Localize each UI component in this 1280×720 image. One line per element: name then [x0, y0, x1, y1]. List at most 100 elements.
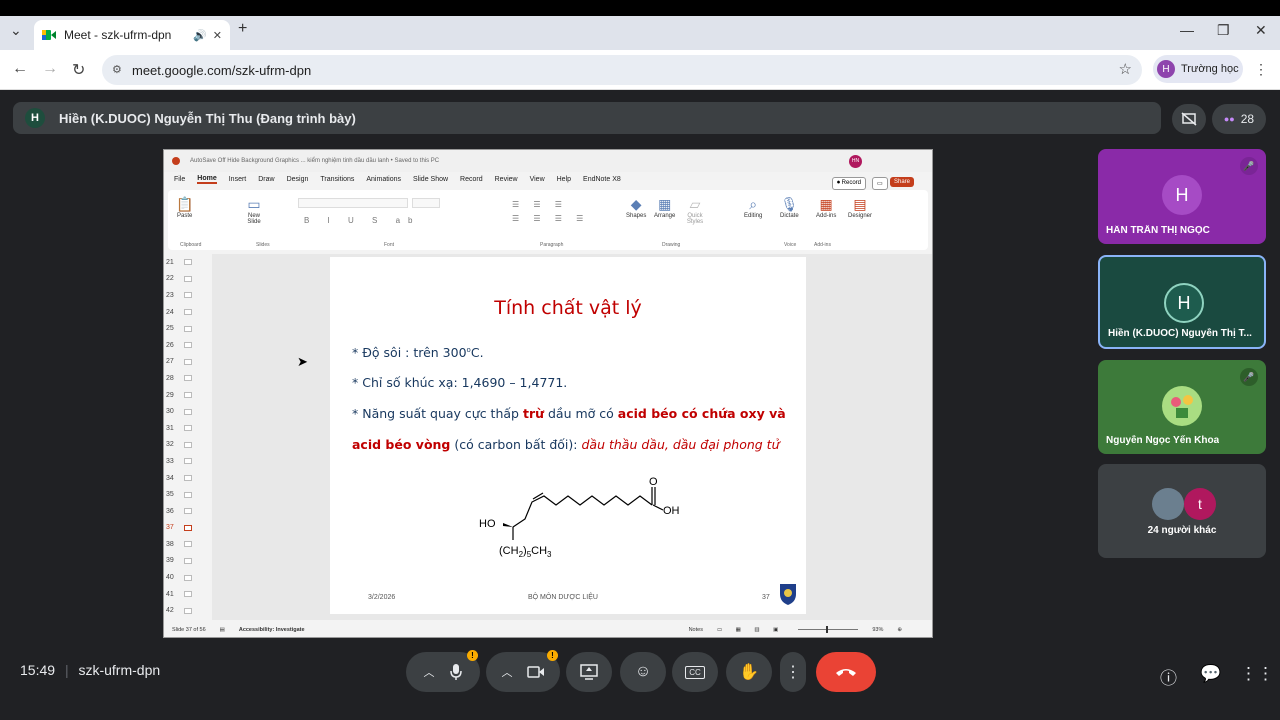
slide-thumbnail[interactable]: 42 [164, 602, 212, 619]
reload-icon[interactable]: ↻ [72, 60, 85, 80]
ppt-menu-view[interactable]: View [530, 176, 545, 183]
chem-carboxyl-oh: OH [663, 505, 680, 517]
participants-button[interactable]: ●● 28 [1212, 104, 1266, 134]
restore-icon[interactable]: ❐ [1217, 22, 1230, 39]
slide-thumbnail[interactable]: 37 [164, 520, 212, 537]
slide-thumbnail[interactable]: 23 [164, 287, 212, 304]
addins-button[interactable]: ▦ Add-ins [816, 196, 836, 219]
spell-check-icon[interactable]: ▤ [220, 627, 225, 633]
reactions-button[interactable]: ☺ [620, 652, 666, 692]
leave-call-button[interactable] [816, 652, 876, 692]
back-icon[interactable]: ← [12, 60, 28, 78]
slide-thumbnail-number: 41 [166, 590, 174, 598]
more-options-button[interactable]: ⋮ [780, 652, 806, 692]
ppt-menu-help[interactable]: Help [557, 176, 571, 183]
raise-hand-button[interactable]: ✋ [726, 652, 772, 692]
arrange-button[interactable]: ▦ Arrange [654, 196, 675, 219]
view-buttons[interactable]: ▭ ▦ ▥ ▣ [717, 627, 784, 633]
profile-name: Trường học [1181, 63, 1239, 75]
ppt-menu-record[interactable]: Record [460, 176, 483, 183]
font-size-box[interactable] [412, 198, 440, 208]
paragraph-icons: ☰ ☰ ☰ ☰ ☰ ☰ ☰ [512, 200, 590, 223]
tab-meet[interactable]: Meet - szk-ufrm-dpn 🔊 ✕ [34, 20, 230, 50]
slide-thumbnail-number: 30 [166, 408, 174, 416]
forward-icon[interactable]: → [42, 60, 58, 78]
meeting-details-icon[interactable]: ⓘ [1160, 664, 1177, 689]
group-voice: Voice [784, 242, 797, 248]
slide-thumbnail[interactable]: 21 [164, 254, 212, 271]
slide-thumbnail[interactable]: 38 [164, 536, 212, 553]
minimize-icon[interactable]: — [1180, 22, 1194, 38]
meet-control-bar: 15:49 | szk-ufrm-dpn ︿ ! ︿ ! ☺ CC ✋ ⋮ ⓘ … [0, 640, 1280, 720]
slide-thumbnail-preview [184, 508, 192, 515]
slide-thumbnail[interactable]: 29 [164, 387, 212, 404]
mic-control[interactable]: ︿ ! [406, 650, 480, 692]
captions-button[interactable]: CC [672, 652, 718, 692]
audio-playing-icon[interactable]: 🔊 [193, 29, 207, 42]
slide-thumbnail[interactable]: 40 [164, 569, 212, 586]
slide-counter: Slide 37 of 56 [172, 626, 206, 633]
paste-button[interactable]: 📋 Paste [176, 196, 193, 219]
quick-styles-button[interactable]: ▱ Quick Styles [684, 196, 706, 225]
ppt-menu-endnote-x8[interactable]: EndNote X8 [583, 176, 621, 183]
ppt-menu-file[interactable]: File [174, 176, 185, 183]
chat-icon[interactable]: 💬 [1200, 664, 1221, 684]
ppt-menu-insert[interactable]: Insert [229, 176, 247, 183]
participant-tile-others[interactable]: t 24 người khác [1098, 464, 1266, 558]
participant-tile-han[interactable]: 🎤 H HÂN TRẦN THỊ NGỌC [1098, 149, 1266, 244]
slide-thumbnail[interactable]: 28 [164, 370, 212, 387]
activities-icon[interactable]: ⋮⋮⋮ [1240, 664, 1280, 684]
slide-thumbnail[interactable]: 30 [164, 403, 212, 420]
hide-presentation-icon[interactable] [1172, 104, 1206, 134]
browser-menu-icon[interactable]: ⋮ [1254, 61, 1268, 78]
participant-tile-hien[interactable]: H Hiền (K.DUOC) Nguyễn Thị T... [1098, 255, 1266, 349]
slide-thumbnail[interactable]: 41 [164, 586, 212, 603]
slide-thumbnail[interactable]: 33 [164, 453, 212, 470]
slide-thumbnail[interactable]: 35 [164, 486, 212, 503]
slide-thumbnail[interactable]: 39 [164, 553, 212, 570]
slide-thumbnail[interactable]: 24 [164, 304, 212, 321]
bookmark-star-icon[interactable]: ☆ [1119, 60, 1132, 78]
slide-thumbnail[interactable]: 36 [164, 503, 212, 520]
present-screen-button[interactable] [566, 652, 612, 692]
ppt-menu-home[interactable]: Home [197, 175, 217, 184]
zoom-slider[interactable] [798, 626, 859, 633]
dictate-button[interactable]: 🎙 Dictate [780, 196, 799, 219]
comments-icon[interactable]: ▭ [872, 177, 888, 190]
ppt-menu-design[interactable]: Design [287, 176, 309, 183]
slide-thumbnail[interactable]: 27 [164, 354, 212, 371]
camera-control[interactable]: ︿ ! [486, 650, 560, 692]
new-tab-icon[interactable]: + [238, 20, 247, 38]
shapes-button[interactable]: ◆ Shapes [626, 196, 646, 219]
profile-button[interactable]: H Trường học [1153, 55, 1243, 83]
close-window-icon[interactable]: ✕ [1255, 22, 1267, 39]
ppt-menu-draw[interactable]: Draw [258, 176, 274, 183]
slide-thumbnail-preview [184, 408, 192, 415]
slide-thumbnail[interactable]: 31 [164, 420, 212, 437]
slide-thumbnail[interactable]: 34 [164, 470, 212, 487]
slide-thumbnail[interactable]: 22 [164, 271, 212, 288]
fit-slide-icon[interactable]: ⊕ [897, 627, 902, 633]
slide-thumbnail[interactable]: 26 [164, 337, 212, 354]
close-tab-icon[interactable]: ✕ [213, 29, 222, 42]
editing-button[interactable]: ⌕ Editing [744, 196, 762, 219]
notes-button[interactable]: Notes [689, 627, 703, 633]
ppt-menu-review[interactable]: Review [495, 176, 518, 183]
site-info-icon[interactable]: ⚙ [112, 63, 122, 76]
record-button[interactable]: ⏺ Record [832, 177, 867, 190]
tab-list-icon[interactable]: ⌄ [10, 22, 22, 39]
ppt-menu-animations[interactable]: Animations [366, 176, 401, 183]
font-name-box[interactable] [298, 198, 408, 208]
participant-tile-khoa[interactable]: 🎤 Nguyễn Ngọc Yến Khoa [1098, 360, 1266, 454]
slide-thumbnail[interactable]: 32 [164, 437, 212, 454]
ppt-menu-transitions[interactable]: Transitions [320, 176, 354, 183]
ppt-menu-slide-show[interactable]: Slide Show [413, 176, 448, 183]
slide-footer-page: 37 [762, 594, 770, 601]
omnibox[interactable]: ⚙ meet.google.com/szk-ufrm-dpn ☆ [102, 55, 1142, 85]
designer-button[interactable]: ▤ Designer [848, 196, 872, 219]
slide-thumbnail[interactable]: 25 [164, 320, 212, 337]
new-slide-button[interactable]: ▭ New Slide [242, 196, 266, 225]
zoom-level[interactable]: 93% [872, 627, 883, 633]
share-button[interactable]: Share [890, 177, 915, 187]
accessibility-status[interactable]: Accessibility: Investigate [239, 627, 305, 633]
